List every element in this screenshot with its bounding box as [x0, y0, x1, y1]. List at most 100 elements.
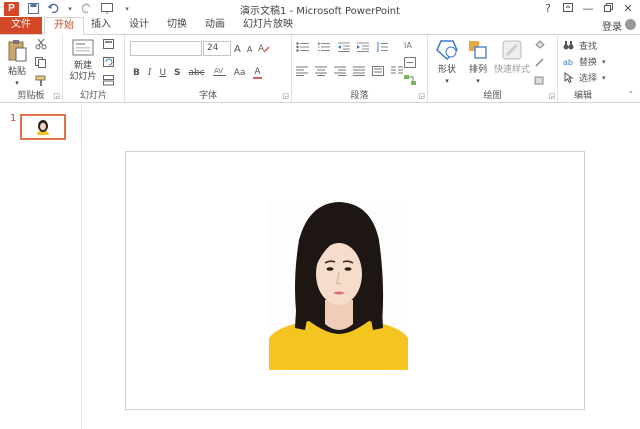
reset-icon[interactable] [103, 57, 116, 71]
quick-styles-label: 快速样式 [493, 65, 530, 75]
shrink-font-button[interactable]: A [247, 45, 252, 54]
columns-icon[interactable] [391, 66, 403, 79]
justify-icon[interactable] [353, 66, 365, 79]
shapes-dropdown-icon: ▾ [445, 77, 449, 85]
grow-font-button[interactable]: A [234, 44, 241, 55]
align-left-icon[interactable] [296, 66, 308, 79]
paragraph-launcher-icon[interactable]: ◲ [418, 92, 425, 100]
bullets-icon[interactable] [296, 42, 310, 55]
clipboard-launcher-icon[interactable]: ◲ [53, 92, 60, 100]
drawing-group-label: 绘图 [483, 91, 502, 101]
align-right-icon[interactable] [334, 66, 346, 79]
shape-effects-icon[interactable] [534, 75, 546, 89]
drawing-launcher-icon[interactable]: ◲ [548, 92, 555, 100]
section-icon[interactable] [103, 75, 118, 89]
shadow-button[interactable]: S [174, 68, 180, 78]
shape-fill-icon[interactable] [534, 39, 546, 53]
minimize-icon[interactable]: — [578, 2, 598, 15]
ribbon-tabs: 文件 开始 插入 设计 切换 动画 幻灯片放映 [0, 17, 640, 35]
change-case-button[interactable]: Aa [234, 68, 246, 78]
new-slide-button[interactable]: 新建 幻灯片 [66, 39, 100, 83]
help-icon[interactable]: ? [538, 2, 558, 15]
new-slide-icon [72, 39, 94, 56]
clear-formatting-icon[interactable]: A [258, 42, 270, 56]
arrange-dropdown-icon: ▾ [476, 77, 480, 85]
char-spacing-icon[interactable]: AV [212, 66, 226, 79]
italic-button[interactable]: I [148, 68, 152, 78]
format-painter-icon[interactable] [35, 75, 47, 89]
replace-button[interactable]: ab 替换 ▾ [563, 55, 606, 69]
layout-icon[interactable] [103, 39, 118, 53]
arrange-label: 排列 [468, 65, 487, 75]
tab-transitions[interactable]: 切换 [162, 17, 192, 35]
line-spacing-icon[interactable] [376, 42, 388, 55]
tab-animations[interactable]: 动画 [200, 17, 230, 35]
tab-file[interactable]: 文件 [0, 17, 42, 35]
decrease-indent-icon[interactable] [338, 42, 350, 55]
font-size-buttons: A A A [234, 42, 270, 56]
sign-in-link[interactable]: 登录 [602, 18, 622, 33]
svg-text:IA: IA [404, 41, 412, 50]
shape-outline-icon[interactable] [534, 57, 546, 71]
portrait-image [269, 200, 408, 370]
paste-button[interactable]: 粘贴 ▾ [4, 39, 30, 89]
increase-indent-icon[interactable] [357, 42, 369, 55]
ribbon: 粘贴 ▾ 剪贴板 ◲ 新建 幻灯片 幻灯片 24 A A A B I U S a… [0, 34, 640, 103]
slides-small-buttons [103, 39, 118, 89]
new-slide-label-1: 新建 [73, 61, 92, 71]
slides-group-label: 幻灯片 [79, 91, 107, 101]
clipboard-small-buttons [35, 38, 49, 89]
ribbon-display-options-icon[interactable] [558, 2, 578, 15]
smartart-icon[interactable] [404, 75, 416, 89]
slide-number: 1 [10, 113, 17, 124]
tab-design[interactable]: 设计 [124, 17, 154, 35]
align-text-icon[interactable] [404, 57, 416, 71]
align-center-icon[interactable] [315, 66, 327, 79]
quick-styles-icon [502, 40, 522, 60]
portrait-photo[interactable] [269, 200, 408, 370]
font-launcher-icon[interactable]: ◲ [282, 92, 289, 100]
align-buttons [296, 66, 403, 79]
text-direction-buttons: IA [404, 39, 416, 89]
select-label: 选择 [579, 74, 598, 84]
tab-insert[interactable]: 插入 [86, 17, 116, 35]
editing-group: 查找 ab 替换 ▾ 选择 ▾ 编辑 [558, 35, 608, 102]
bold-button[interactable]: B [133, 68, 140, 78]
close-icon[interactable]: ✕ [618, 2, 638, 15]
slide-thumbnail[interactable] [20, 114, 66, 140]
replace-label: 替换 [579, 58, 598, 68]
font-color-button[interactable]: A [253, 67, 262, 79]
font-style-buttons: B I U S abc AV Aa A [133, 66, 262, 79]
font-group-label: 字体 [198, 91, 217, 101]
cut-icon[interactable] [35, 38, 47, 53]
collapse-ribbon-icon[interactable]: ⌃ [627, 90, 634, 99]
binoculars-icon [563, 41, 574, 50]
numbering-icon[interactable] [317, 42, 331, 55]
shapes-icon [436, 40, 458, 61]
shape-format-buttons [534, 39, 546, 89]
strikethrough-button[interactable]: abc [189, 68, 205, 78]
paste-label: 粘贴 [7, 67, 26, 77]
window-controls: ? — ✕ [538, 0, 638, 16]
paragraph-group: IA 段落 ◲ [292, 35, 428, 102]
clipboard-group: 粘贴 ▾ 剪贴板 ◲ [0, 35, 63, 102]
arrange-button[interactable]: 排列 ▾ [464, 39, 492, 87]
text-direction-icon[interactable]: IA [404, 39, 416, 53]
svg-text:AV: AV [214, 67, 223, 75]
distributed-icon[interactable] [372, 66, 384, 79]
font-group: 24 A A A B I U S abc AV Aa A 字体 ◲ [125, 35, 292, 102]
find-button[interactable]: 查找 [563, 39, 597, 52]
font-size-field[interactable]: 24 [203, 41, 231, 56]
tab-slideshow[interactable]: 幻灯片放映 [238, 17, 298, 35]
copy-icon[interactable] [35, 57, 49, 71]
replace-icon: ab [563, 58, 573, 67]
font-name-field[interactable] [130, 41, 202, 56]
quick-styles-button[interactable]: 快速样式 [492, 39, 532, 76]
select-button[interactable]: 选择 ▾ [563, 71, 606, 84]
tab-home[interactable]: 开始 [44, 17, 84, 35]
user-face-icon[interactable] [625, 19, 636, 30]
restore-icon[interactable] [598, 2, 618, 15]
underline-button[interactable]: U [159, 68, 166, 78]
shapes-button[interactable]: 形状 ▾ [432, 39, 462, 87]
arrange-icon [469, 41, 487, 59]
